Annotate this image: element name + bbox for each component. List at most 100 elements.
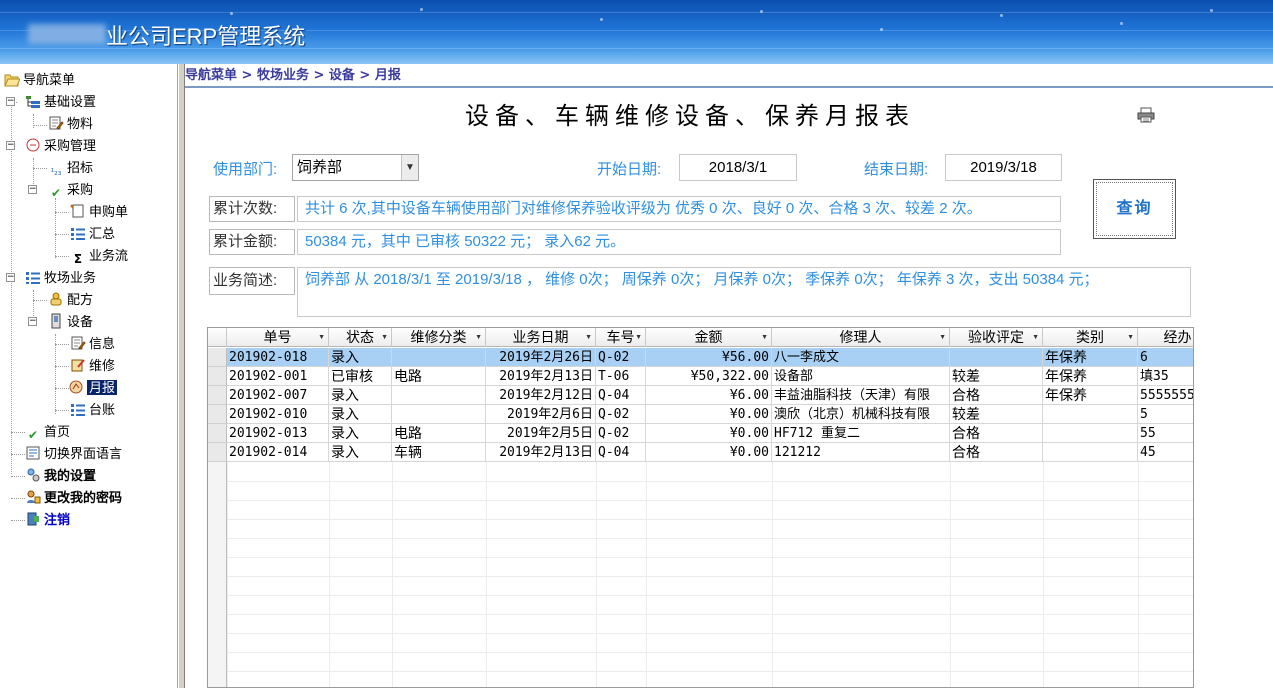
col-header-category[interactable]: 类别 ▼	[1043, 328, 1138, 347]
cell-acceptance[interactable]: 较差	[950, 367, 1043, 386]
row-selector[interactable]	[208, 405, 227, 424]
sidebar-item-ledger[interactable]: 台账	[70, 400, 115, 420]
cell-acceptance[interactable]: 合格	[950, 443, 1043, 462]
query-button[interactable]: 查询	[1093, 179, 1176, 239]
cell-repairer[interactable]: 121212	[772, 443, 950, 462]
cell-biz-date[interactable]: 2019年2月5日	[486, 424, 596, 443]
sidebar-splitter[interactable]	[178, 64, 185, 688]
cell-handler[interactable]: 6	[1138, 348, 1193, 367]
sidebar-item-formula[interactable]: 配方	[48, 290, 93, 310]
sidebar-item-ranch[interactable]: 牧场业务	[25, 268, 96, 288]
cell-category[interactable]	[1043, 405, 1138, 424]
cell-vehicle-no[interactable]: T-06	[596, 367, 646, 386]
expander-ranch[interactable]: −	[6, 273, 15, 282]
sidebar-item-my-settings[interactable]: 我的设置	[25, 466, 96, 486]
col-header-biz-date[interactable]: 业务日期 ▼	[486, 328, 596, 347]
cell-amount[interactable]: ¥56.00	[646, 348, 772, 367]
cell-repairer[interactable]: 丰益油脂科技（天津）有限	[772, 386, 950, 405]
cell-acceptance[interactable]: 合格	[950, 386, 1043, 405]
cell-vehicle-no[interactable]: Q-02	[596, 348, 646, 367]
cell-vehicle-no[interactable]: Q-04	[596, 443, 646, 462]
col-header-order-no[interactable]: 单号 ▼	[227, 328, 329, 347]
cell-vehicle-no[interactable]: Q-02	[596, 405, 646, 424]
chevron-down-icon[interactable]: ▼	[401, 155, 418, 180]
cell-amount[interactable]: ¥0.00	[646, 424, 772, 443]
sidebar-item-info[interactable]: 信息	[70, 334, 115, 354]
sidebar-item-monthly-report[interactable]: 月报	[68, 378, 118, 398]
cell-category[interactable]: 年保养	[1043, 386, 1138, 405]
cell-repairer[interactable]: 八一李成文	[772, 348, 950, 367]
cell-order-no[interactable]: 201902-001	[227, 367, 329, 386]
sidebar-item-caigou[interactable]: ✔ 采购	[48, 180, 93, 200]
cell-handler[interactable]: 填35	[1138, 367, 1193, 386]
cell-order-no[interactable]: 201902-010	[227, 405, 329, 424]
col-header-acceptance[interactable]: 验收评定 ▼	[950, 328, 1043, 347]
cell-acceptance[interactable]: 合格	[950, 424, 1043, 443]
cell-biz-date[interactable]: 2019年2月12日	[486, 386, 596, 405]
expander-caigou[interactable]: −	[28, 185, 37, 194]
end-date-input[interactable]: 2019/3/18	[945, 154, 1062, 181]
table-row[interactable]: 201902-014 录入 车辆 2019年2月13日 Q-04 ¥0.00 121212 合…	[208, 443, 1193, 462]
cell-category[interactable]	[1043, 443, 1138, 462]
cell-vehicle-no[interactable]: Q-02	[596, 424, 646, 443]
row-selector[interactable]	[208, 348, 227, 367]
cell-handler[interactable]: 45	[1138, 443, 1193, 462]
cell-status[interactable]: 录入	[329, 386, 392, 405]
cell-vehicle-no[interactable]: Q-04	[596, 386, 646, 405]
cell-repairer[interactable]: 澳欣（北京）机械科技有限	[772, 405, 950, 424]
sidebar-item-device[interactable]: 设备	[48, 312, 93, 332]
start-date-input[interactable]: 2018/3/1	[679, 154, 797, 181]
sidebar-item-repair[interactable]: 维修	[70, 356, 115, 376]
cell-category[interactable]: 年保养	[1043, 367, 1138, 386]
table-row[interactable]: 201902-010 录入 2019年2月6日 Q-02 ¥0.00 澳欣（北京）机械科技…	[208, 405, 1193, 424]
cell-status[interactable]: 录入	[329, 348, 392, 367]
expander-basic[interactable]: −	[6, 97, 15, 106]
cell-repair-type[interactable]: 车辆	[392, 443, 486, 462]
expander-purchase[interactable]: −	[6, 141, 15, 150]
dept-select[interactable]: 饲养部 ▼	[292, 154, 419, 181]
col-header-vehicle-no[interactable]: 车号 ▼	[596, 328, 646, 347]
row-selector[interactable]	[208, 443, 227, 462]
sidebar-item-workflow[interactable]: Σ 业务流	[70, 246, 128, 266]
cell-status[interactable]: 录入	[329, 405, 392, 424]
cell-repairer[interactable]: HF712 重复二	[772, 424, 950, 443]
summary-textarea[interactable]: 饲养部 从 2018/3/1 至 2019/3/18 ， 维修 0次； 周保养 …	[297, 267, 1191, 317]
sidebar-item-requisition[interactable]: 申购单	[70, 202, 128, 222]
cell-biz-date[interactable]: 2019年2月13日	[486, 367, 596, 386]
col-header-handler[interactable]: 经办	[1138, 328, 1193, 347]
cell-status[interactable]: 已审核	[329, 367, 392, 386]
col-header-amount[interactable]: 金额 ▼	[646, 328, 772, 347]
sidebar-item-bidding[interactable]: ¹₂₃ 招标	[48, 158, 93, 178]
cell-category[interactable]: 年保养	[1043, 348, 1138, 367]
cell-repairer[interactable]: 设备部	[772, 367, 950, 386]
col-header-repairer[interactable]: 修理人 ▼	[772, 328, 950, 347]
sidebar-item-language[interactable]: 切换界面语言	[25, 444, 122, 464]
cell-handler[interactable]: 55	[1138, 424, 1193, 443]
cell-repair-type[interactable]: 电路	[392, 367, 486, 386]
col-header-status[interactable]: 状态 ▼	[329, 328, 392, 347]
cell-status[interactable]: 录入	[329, 443, 392, 462]
cell-amount[interactable]: ¥6.00	[646, 386, 772, 405]
cell-order-no[interactable]: 201902-018	[227, 348, 329, 367]
cell-order-no[interactable]: 201902-014	[227, 443, 329, 462]
sidebar-item-basic-settings[interactable]: 基础设置	[25, 92, 96, 112]
cell-amount[interactable]: ¥0.00	[646, 443, 772, 462]
cell-acceptance[interactable]: 较差	[950, 405, 1043, 424]
expander-device[interactable]: −	[28, 317, 37, 326]
cell-order-no[interactable]: 201902-007	[227, 386, 329, 405]
cell-biz-date[interactable]: 2019年2月6日	[486, 405, 596, 424]
cell-category[interactable]	[1043, 424, 1138, 443]
sidebar-item-summary[interactable]: 汇总	[70, 224, 115, 244]
sidebar-item-purchase-mgmt[interactable]: 采购管理	[25, 136, 96, 156]
col-header-repair-type[interactable]: 维修分类 ▼	[392, 328, 486, 347]
row-selector[interactable]	[208, 386, 227, 405]
sidebar-item-home[interactable]: ✔ 首页	[25, 422, 70, 442]
table-row[interactable]: 201902-018 录入 2019年2月26日 Q-02 ¥56.00 八一李成文 年保养…	[208, 348, 1193, 367]
cell-handler[interactable]: 5	[1138, 405, 1193, 424]
cell-repair-type[interactable]	[392, 405, 486, 424]
sidebar-item-logout[interactable]: 注销	[25, 510, 70, 530]
cell-acceptance[interactable]	[950, 348, 1043, 367]
printer-icon[interactable]	[1137, 107, 1155, 123]
cell-biz-date[interactable]: 2019年2月26日	[486, 348, 596, 367]
row-selector[interactable]	[208, 424, 227, 443]
